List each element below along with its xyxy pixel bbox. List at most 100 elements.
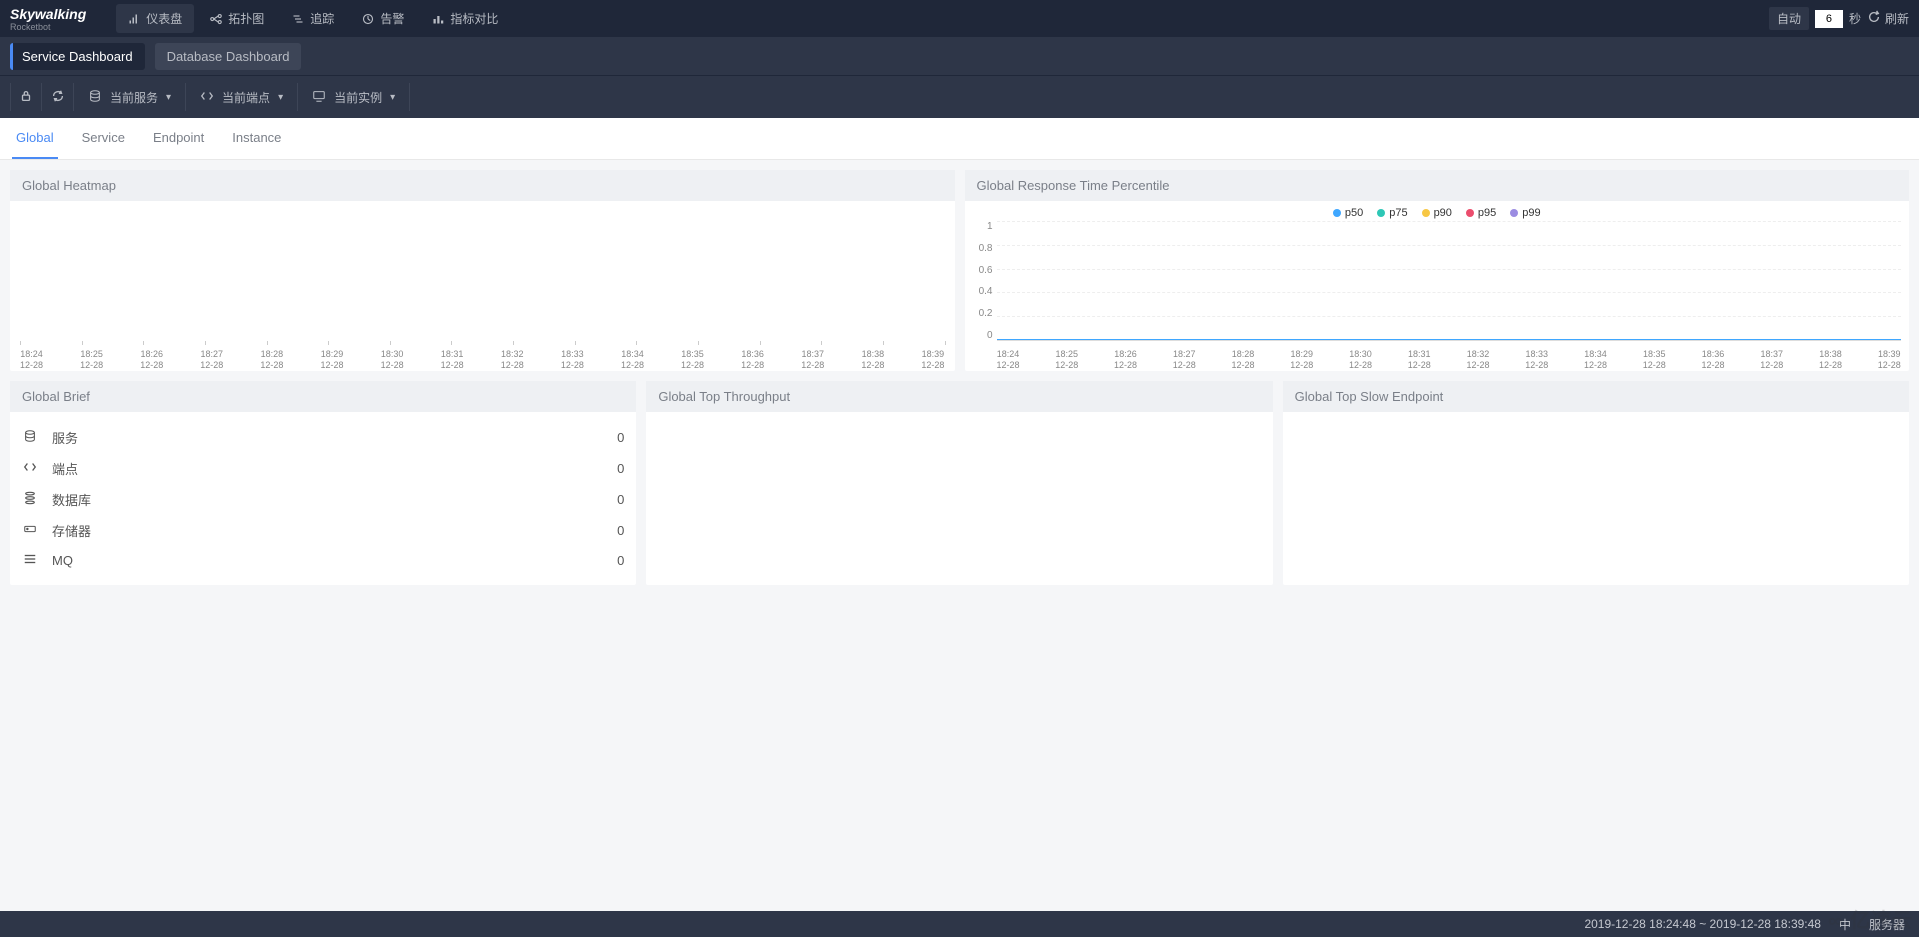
x-tick: 18:2612-28 (140, 349, 163, 371)
x-tick: 18:3112-28 (1408, 349, 1431, 371)
brand-sub: Rocketbot (10, 22, 86, 32)
tab-global[interactable]: Global (12, 118, 58, 159)
bar-chart-icon (128, 13, 140, 25)
dashboard-grid: Global Heatmap 18:2412-2818:2512-2818:26… (0, 160, 1919, 595)
legend-item-p99[interactable]: p99 (1510, 207, 1540, 219)
x-axis: 18:2412-28 18:2512-28 18:2612-28 18:2712-28… (10, 345, 955, 371)
lock-button[interactable] (10, 83, 42, 111)
tab-database-dashboard[interactable]: Database Dashboard (155, 43, 302, 70)
x-tick: 18:2912-28 (320, 349, 343, 371)
dashboard-type-bar: Service Dashboard Database Dashboard (0, 37, 1919, 75)
reload-button[interactable] (42, 83, 74, 111)
x-tick: 18:3612-28 (1702, 349, 1725, 371)
nav-topology[interactable]: 拓扑图 (198, 4, 276, 33)
x-tick: 18:3412-28 (621, 349, 644, 371)
database-icon (88, 89, 102, 106)
nav-trace[interactable]: 追踪 (280, 4, 346, 33)
panel-top-throughput: Global Top Throughput (646, 381, 1272, 585)
x-tick: 18:2712-28 (200, 349, 223, 371)
selector-toolbar: 当前服务 ▾ 当前端点 ▾ 当前实例 ▾ (0, 75, 1919, 118)
legend-label: p75 (1389, 207, 1407, 219)
x-tick: 18:2612-28 (1114, 349, 1137, 371)
nav-label: 指标对比 (450, 10, 498, 27)
top-navbar: Skywalking Rocketbot 仪表盘 拓扑图 追踪 告警 指标对比 … (0, 0, 1919, 37)
x-tick: 18:3012-28 (1349, 349, 1372, 371)
storage-icon (22, 522, 38, 539)
nav-label: 追踪 (310, 10, 334, 27)
topology-icon (210, 13, 222, 25)
nav-label: 拓扑图 (228, 10, 264, 27)
legend-label: p95 (1478, 207, 1496, 219)
list-icon (22, 552, 38, 569)
topbar-right: 自动 秒 刷新 (1769, 7, 1909, 30)
x-tick: 18:3512-28 (1643, 349, 1666, 371)
x-tick: 18:2812-28 (1232, 349, 1255, 371)
chevron-down-icon: ▾ (390, 92, 395, 103)
y-tick: 0.6 (965, 265, 993, 276)
x-tick: 18:2512-28 (80, 349, 103, 371)
legend-label: p90 (1434, 207, 1452, 219)
y-tick: 0.4 (965, 286, 993, 297)
refresh-icon (1867, 10, 1881, 27)
panel-title: Global Top Slow Endpoint (1283, 381, 1909, 412)
legend-dot (1333, 209, 1341, 217)
x-tick: 18:3012-28 (381, 349, 404, 371)
time-range[interactable]: 2019-12-28 18:24:48 ~ 2019-12-28 18:39:4… (1584, 917, 1821, 931)
slow-body (1283, 412, 1909, 462)
trace-icon (292, 13, 304, 25)
chevron-down-icon: ▾ (166, 92, 171, 103)
legend-item-p90[interactable]: p90 (1422, 207, 1452, 219)
legend-item-p95[interactable]: p95 (1466, 207, 1496, 219)
brief-list: 服务0端点0数据库0存储器0MQ0 (10, 412, 636, 585)
auto-refresh-toggle[interactable]: 自动 (1769, 7, 1809, 30)
current-endpoint-selector[interactable]: 当前端点 ▾ (186, 83, 298, 111)
x-tick: 18:3112-28 (441, 349, 464, 371)
selector-label: 当前实例 (334, 89, 382, 106)
main-nav: 仪表盘 拓扑图 追踪 告警 指标对比 (116, 4, 510, 33)
legend-item-p75[interactable]: p75 (1377, 207, 1407, 219)
tab-endpoint[interactable]: Endpoint (149, 118, 208, 159)
footer-bar: 2019-12-28 18:24:48 ~ 2019-12-28 18:39:4… (0, 911, 1919, 937)
monitor-icon (312, 89, 326, 106)
nav-compare[interactable]: 指标对比 (420, 4, 510, 33)
current-instance-selector[interactable]: 当前实例 ▾ (298, 83, 410, 111)
reload-icon (51, 89, 65, 106)
legend-item-p50[interactable]: p50 (1333, 207, 1363, 219)
nav-dashboard[interactable]: 仪表盘 (116, 4, 194, 33)
compare-icon (432, 13, 444, 25)
tab-instance[interactable]: Instance (228, 118, 285, 159)
code-icon (200, 89, 214, 106)
x-tick: 18:3312-28 (561, 349, 584, 371)
refresh-button[interactable]: 刷新 (1867, 10, 1909, 27)
brief-row: 端点0 (22, 453, 624, 484)
x-tick: 18:3712-28 (801, 349, 824, 371)
panel-global-brief: Global Brief 服务0端点0数据库0存储器0MQ0 (10, 381, 636, 585)
x-tick: 18:2412-28 (20, 349, 43, 371)
code-icon (22, 460, 38, 477)
selector-label: 当前服务 (110, 89, 158, 106)
x-tick: 18:3712-28 (1760, 349, 1783, 371)
x-tick: 18:2912-28 (1290, 349, 1313, 371)
x-tick: 18:3512-28 (681, 349, 704, 371)
x-tick: 18:3412-28 (1584, 349, 1607, 371)
legend-label: p99 (1522, 207, 1540, 219)
panel-title: Global Response Time Percentile (965, 170, 1910, 201)
current-service-selector[interactable]: 当前服务 ▾ (74, 83, 186, 111)
legend-label: p50 (1345, 207, 1363, 219)
tab-service-dashboard[interactable]: Service Dashboard (10, 43, 145, 70)
brief-value: 0 (617, 430, 624, 445)
clock-icon (362, 13, 374, 25)
refresh-interval-input[interactable] (1815, 10, 1843, 28)
brief-label: 数据库 (52, 490, 603, 509)
panel-title: Global Brief (10, 381, 636, 412)
x-tick: 18:3312-28 (1525, 349, 1548, 371)
x-tick: 18:2512-28 (1055, 349, 1078, 371)
chevron-down-icon: ▾ (278, 92, 283, 103)
nav-alarm[interactable]: 告警 (350, 4, 416, 33)
y-axis: 10.80.60.40.20 (965, 221, 993, 341)
nav-label: 告警 (380, 10, 404, 27)
legend-dot (1422, 209, 1430, 217)
tab-service[interactable]: Service (78, 118, 129, 159)
brief-value: 0 (617, 492, 624, 507)
lock-icon (19, 89, 33, 106)
